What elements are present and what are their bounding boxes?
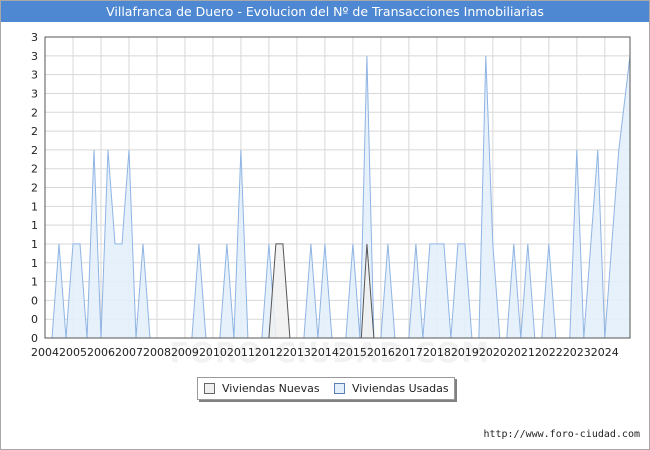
y-tick-label: 0 [31,332,38,345]
legend-label-usadas: Viviendas Usadas [352,382,449,395]
x-tick-label-2018: 2018 [423,346,451,359]
x-tick-label-2016: 2016 [367,346,395,359]
x-tick-label-2019: 2019 [451,346,479,359]
x-tick-label-2008: 2008 [143,346,171,359]
source-url: http://www.foro-ciudad.com [483,429,640,440]
x-tick-label-2012: 2012 [255,346,283,359]
x-tick-label-2017: 2017 [395,346,423,359]
y-tick-label: 0 [31,313,38,326]
x-tick-label-2023: 2023 [563,346,591,359]
x-tick-label-2021: 2021 [507,346,535,359]
legend-swatch-nuevas [204,383,215,394]
x-tick-label-2022: 2022 [535,346,563,359]
y-tick-label: 1 [31,257,38,270]
x-tick-label-2013: 2013 [283,346,311,359]
y-tick-label: 2 [31,125,38,138]
y-tick-label: 3 [31,69,38,82]
y-tick-label: 2 [31,106,38,119]
y-tick-label: 2 [31,163,38,176]
y-tick-label: 2 [31,144,38,157]
x-tick-label-2009: 2009 [171,346,199,359]
x-tick-label-2014: 2014 [311,346,339,359]
legend-swatch-usadas [334,383,345,394]
y-tick-label: 3 [31,87,38,100]
legend: Viviendas Nuevas Viviendas Usadas [197,377,455,400]
x-tick-label-2007: 2007 [115,346,143,359]
y-tick-label: 1 [31,219,38,232]
x-tick-label-2011: 2011 [227,346,255,359]
y-tick-label: 1 [31,238,38,251]
y-axis-tick-labels: 0 0 0 1 1 1 1 1 2 2 2 2 2 3 3 3 3 [31,31,38,345]
series-areas [45,55,631,339]
x-tick-label-2010: 2010 [199,346,227,359]
x-tick-label-2006: 2006 [87,346,115,359]
y-tick-label: 3 [31,31,38,44]
x-axis-tick-labels: 2004 2005 2006 2007 2008 2009 2010 2011 2012 2013… [31,346,619,359]
series-area-usadas [45,55,630,339]
x-tick-label-2015: 2015 [339,346,367,359]
x-tick-label-2020: 2020 [479,346,507,359]
x-tick-label-2024: 2024 [591,346,619,359]
x-tick-label-2005: 2005 [59,346,87,359]
y-tick-label: 2 [31,182,38,195]
y-tick-label: 0 [31,294,38,307]
y-tick-label: 3 [31,50,38,63]
x-tick-label-2004: 2004 [31,346,59,359]
legend-label-nuevas: Viviendas Nuevas [222,382,320,395]
y-tick-label: 1 [31,200,38,213]
y-tick-label: 1 [31,276,38,289]
